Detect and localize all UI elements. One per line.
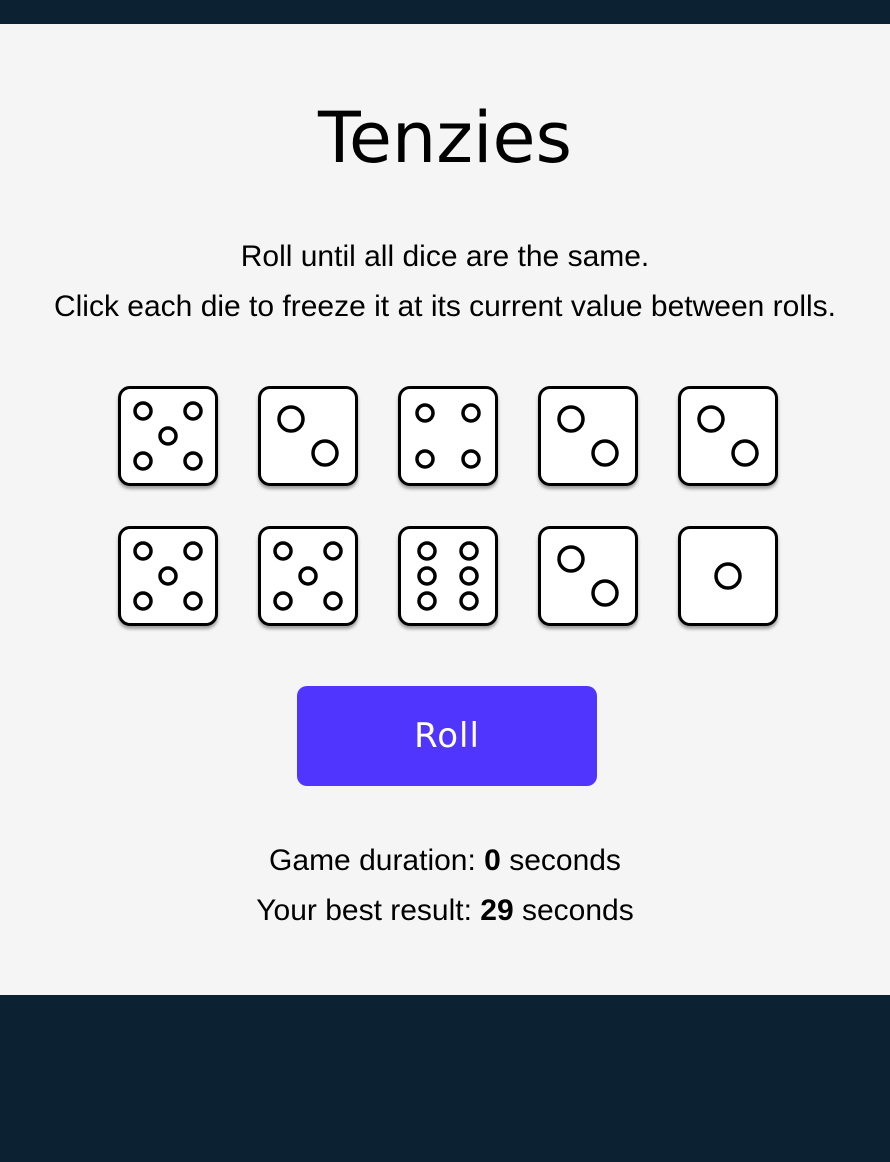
game-duration: Game duration: 0 seconds <box>0 836 890 886</box>
best-result-value: 29 <box>480 894 514 927</box>
game-duration-label: Game duration: <box>269 844 485 877</box>
die-face-2-icon <box>697 405 759 467</box>
die-9[interactable] <box>538 526 638 626</box>
game-card: Tenzies Roll until all dice are the same… <box>0 24 890 995</box>
die-face-2-icon <box>557 545 619 607</box>
instruction-line-2: Click each die to freeze it at its curre… <box>53 290 837 323</box>
roll-button[interactable]: Roll <box>297 686 597 786</box>
best-result-unit: seconds <box>513 894 634 927</box>
die-pip <box>183 451 203 471</box>
die-pip <box>417 541 437 561</box>
die-pip <box>557 545 585 573</box>
die-pip <box>415 403 435 423</box>
die-pip <box>277 405 305 433</box>
die-pip <box>183 401 203 421</box>
dice-grid <box>118 386 778 626</box>
die-3[interactable] <box>398 386 498 486</box>
die-pip <box>273 591 293 611</box>
die-face-4-icon <box>415 403 481 469</box>
die-pip <box>133 591 153 611</box>
game-duration-value: 0 <box>484 844 501 877</box>
die-pip <box>311 439 339 467</box>
die-pip <box>459 541 479 561</box>
die-2[interactable] <box>258 386 358 486</box>
die-pip <box>591 579 619 607</box>
die-pip <box>133 451 153 471</box>
die-6[interactable] <box>118 526 218 626</box>
instruction-line-1: Roll until all dice are the same. <box>240 240 650 273</box>
die-face-6-icon <box>417 541 479 611</box>
die-face-1-icon <box>714 562 742 590</box>
die-pip <box>557 405 585 433</box>
die-pip <box>298 566 318 586</box>
instructions: Roll until all dice are the same. Click … <box>0 232 890 332</box>
die-pip <box>417 566 437 586</box>
die-4[interactable] <box>538 386 638 486</box>
die-pip <box>133 541 153 561</box>
die-face-2-icon <box>557 405 619 467</box>
die-pip <box>697 405 725 433</box>
die-pip <box>417 591 437 611</box>
die-pip <box>323 591 343 611</box>
die-pip <box>273 541 293 561</box>
game-stats: Game duration: 0 seconds Your best resul… <box>0 836 890 936</box>
die-5[interactable] <box>678 386 778 486</box>
die-pip <box>183 541 203 561</box>
die-face-2-icon <box>277 405 339 467</box>
die-pip <box>461 449 481 469</box>
die-pip <box>591 439 619 467</box>
die-face-5-icon <box>273 541 343 611</box>
die-pip <box>731 439 759 467</box>
die-pip <box>158 566 178 586</box>
die-pip <box>323 541 343 561</box>
die-1[interactable] <box>118 386 218 486</box>
die-pip <box>183 591 203 611</box>
die-pip <box>459 566 479 586</box>
die-8[interactable] <box>398 526 498 626</box>
die-pip <box>415 449 435 469</box>
die-pip <box>133 401 153 421</box>
die-pip <box>158 426 178 446</box>
die-face-5-icon <box>133 541 203 611</box>
die-7[interactable] <box>258 526 358 626</box>
best-result: Your best result: 29 seconds <box>0 886 890 936</box>
die-pip <box>461 403 481 423</box>
game-duration-unit: seconds <box>500 844 621 877</box>
best-result-label: Your best result: <box>256 894 481 927</box>
die-face-5-icon <box>133 401 203 471</box>
page-title: Tenzies <box>317 97 573 179</box>
die-pip <box>459 591 479 611</box>
die-pip <box>714 562 742 590</box>
die-10[interactable] <box>678 526 778 626</box>
